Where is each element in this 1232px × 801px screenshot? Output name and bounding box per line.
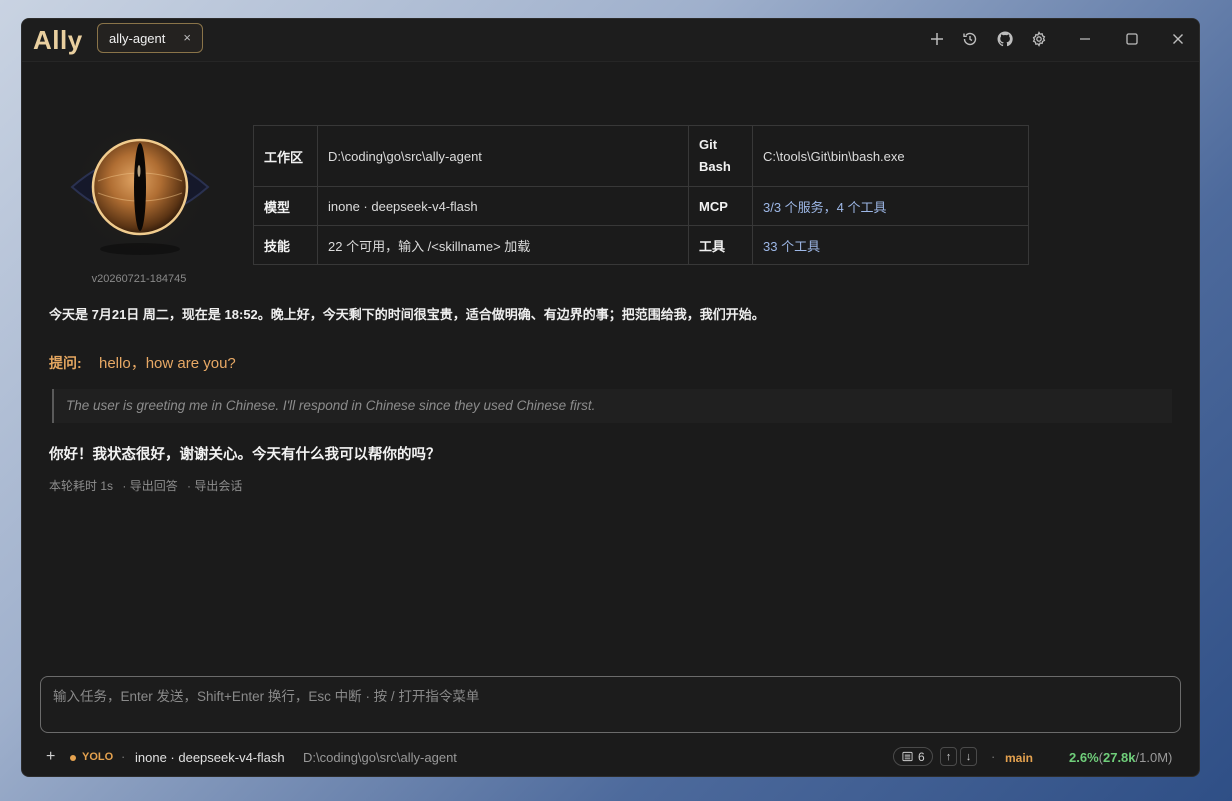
model-selector[interactable]: inone · deepseek-v4-flash bbox=[135, 750, 285, 765]
export-answer-link[interactable]: · 导出回答 bbox=[122, 479, 177, 493]
status-bar: + YOLO · inone · deepseek-v4-flash D:\co… bbox=[22, 745, 1199, 771]
separator: · bbox=[121, 749, 126, 764]
scroll-down-button[interactable]: ↓ bbox=[960, 747, 977, 766]
app-logo: Ally bbox=[33, 25, 83, 55]
settings-icon[interactable] bbox=[1028, 28, 1050, 50]
workspace-value: D:\coding\go\src\ally-agent bbox=[317, 125, 689, 187]
workspace-label: 工作区 bbox=[253, 125, 318, 187]
environment-info-table: 工作区 D:\coding\go\src\ally-agent Git Bash… bbox=[253, 125, 1029, 265]
turn-duration: 本轮耗时 1s bbox=[49, 479, 114, 493]
mcp-value-link[interactable]: 3/3 个服务，4 个工具 bbox=[752, 186, 1029, 226]
minimize-icon[interactable] bbox=[1074, 28, 1096, 50]
list-icon bbox=[902, 751, 913, 762]
assistant-reply: 你好！我状态很好，谢谢关心。今天有什么我可以帮你的吗？ bbox=[49, 447, 441, 463]
new-tab-plus-icon[interactable] bbox=[926, 28, 948, 50]
gitbash-value: C:\tools\Git\bin\bash.exe bbox=[752, 125, 1029, 187]
workspace-path: D:\coding\go\src\ally-agent bbox=[303, 750, 457, 765]
github-icon[interactable] bbox=[994, 28, 1016, 50]
message-count-badge[interactable]: 6 bbox=[893, 747, 933, 766]
question-text: hello，how are you? bbox=[99, 355, 236, 372]
attach-plus-icon[interactable]: + bbox=[46, 748, 55, 766]
export-session-link[interactable]: · 导出会话 bbox=[187, 479, 242, 493]
close-window-icon[interactable] bbox=[1167, 28, 1189, 50]
thinking-block: The user is greeting me in Chinese. I'll… bbox=[52, 389, 1172, 423]
mode-dot-icon bbox=[70, 755, 76, 761]
separator: · bbox=[991, 749, 996, 764]
gitbash-label: Git Bash bbox=[688, 125, 753, 187]
version-label: v20260721-184745 bbox=[91, 273, 187, 285]
history-icon[interactable] bbox=[959, 28, 981, 50]
scroll-up-button[interactable]: ↑ bbox=[940, 747, 957, 766]
tools-label: 工具 bbox=[688, 225, 753, 265]
reply-meta: 本轮耗时 1s · 导出回答 · 导出会话 bbox=[49, 477, 248, 494]
prompt-input[interactable] bbox=[51, 685, 1165, 707]
tab-label: ally-agent bbox=[109, 31, 166, 46]
model-value: inone · deepseek-v4-flash bbox=[317, 186, 689, 226]
skills-label: 技能 bbox=[253, 225, 318, 265]
app-window: Ally ally-agent × v20260721-184745 工作区 D… bbox=[21, 18, 1200, 777]
skills-value: 22 个可用，输入 /<skillname> 加载 bbox=[317, 225, 689, 265]
eye-logo-icon bbox=[68, 121, 212, 261]
maximize-icon[interactable] bbox=[1121, 28, 1143, 50]
title-bar: Ally ally-agent × bbox=[22, 19, 1199, 62]
question-label: 提问: bbox=[49, 355, 82, 371]
prompt-input-box[interactable] bbox=[40, 676, 1181, 733]
model-label: 模型 bbox=[253, 186, 318, 226]
tab-ally-agent[interactable]: ally-agent × bbox=[97, 23, 203, 53]
context-usage: 2.6%(27.8k/1.0M) bbox=[1069, 750, 1173, 765]
git-branch[interactable]: main bbox=[1005, 751, 1033, 765]
tools-value-link[interactable]: 33 个工具 bbox=[752, 225, 1029, 265]
mode-badge[interactable]: YOLO bbox=[82, 751, 113, 763]
thinking-text: The user is greeting me in Chinese. I'll… bbox=[66, 398, 596, 413]
tab-close-icon[interactable]: × bbox=[183, 30, 191, 45]
assistant-greeting: 今天是 7月21日 周二，现在是 18:52。晚上好，今天剩下的时间很宝贵，适合… bbox=[49, 307, 765, 322]
mcp-label: MCP bbox=[688, 186, 753, 226]
